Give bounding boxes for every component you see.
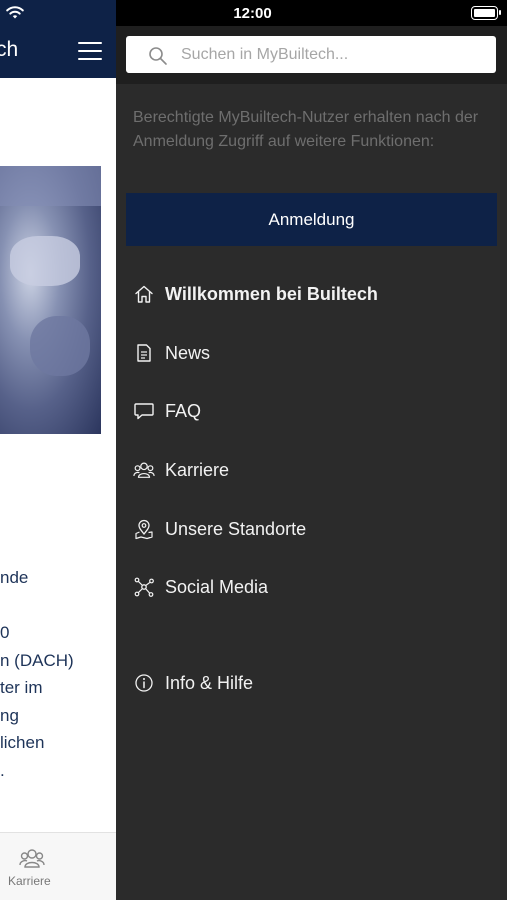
status-time: 12:00 xyxy=(233,5,272,22)
text-line xyxy=(0,592,116,620)
menu-item-news[interactable]: News xyxy=(116,328,507,378)
search-box[interactable] xyxy=(126,36,496,73)
tab-label: Karriere xyxy=(8,874,51,888)
info-icon xyxy=(133,672,155,694)
tab-karriere[interactable]: Karriere xyxy=(0,833,64,900)
hamburger-menu-icon[interactable] xyxy=(78,42,102,62)
people-icon xyxy=(19,849,45,868)
chat-bubble-icon xyxy=(133,400,155,422)
side-drawer: 12:00 Berechtigte MyBuiltech-Nutzer erha… xyxy=(116,0,507,900)
menu-item-info-hilfe[interactable]: Info & Hilfe xyxy=(116,658,507,708)
menu-item-label: News xyxy=(165,342,211,363)
menu-item-label: FAQ xyxy=(165,400,202,421)
menu-item-karriere[interactable]: Karriere xyxy=(116,445,507,495)
menu-item-label: Info & Hilfe xyxy=(165,672,254,693)
text-line: ng xyxy=(0,705,19,725)
search-icon xyxy=(149,47,167,65)
background-app-header: ch xyxy=(0,0,116,78)
menu-item-standorte[interactable]: Unsere Standorte xyxy=(116,504,507,554)
menu-item-willkommen[interactable]: Willkommen bei Builtech xyxy=(116,269,507,319)
tab-bar: Karriere xyxy=(0,832,116,900)
background-app: ch nde 0 n (DACH) ter im ng lichen . Kar… xyxy=(0,0,116,900)
menu-item-label: Karriere xyxy=(165,459,230,480)
text-line: 0 xyxy=(0,623,10,642)
login-button[interactable]: Anmeldung xyxy=(126,193,497,246)
text-line: lichen xyxy=(0,733,45,752)
battery-icon xyxy=(471,6,501,20)
login-info-text: Berechtigte MyBuiltech-Nutzer erhalten n… xyxy=(133,109,479,150)
text-line: . xyxy=(0,760,5,780)
people-icon xyxy=(133,459,155,481)
text-line: ter im xyxy=(0,678,43,697)
text-line: n (DACH) xyxy=(0,650,74,670)
text-line: nde xyxy=(0,568,29,587)
wifi-icon xyxy=(6,6,24,19)
map-pin-icon xyxy=(133,518,155,540)
background-article-text: nde 0 n (DACH) ter im ng lichen . xyxy=(0,564,116,784)
menu-item-social-media[interactable]: Social Media xyxy=(116,562,507,612)
menu-item-label: Unsere Standorte xyxy=(165,518,307,539)
search-area xyxy=(116,26,507,84)
home-icon xyxy=(133,283,155,305)
background-app-title: ch xyxy=(0,38,19,61)
menu-item-label: Willkommen bei Builtech xyxy=(165,283,378,304)
document-icon xyxy=(133,342,155,364)
hero-image xyxy=(0,166,101,434)
network-icon xyxy=(133,576,155,598)
menu-item-label: Social Media xyxy=(165,576,269,597)
status-bar: 12:00 xyxy=(116,0,507,26)
menu-item-faq[interactable]: FAQ xyxy=(116,386,507,436)
search-input[interactable] xyxy=(181,36,486,73)
